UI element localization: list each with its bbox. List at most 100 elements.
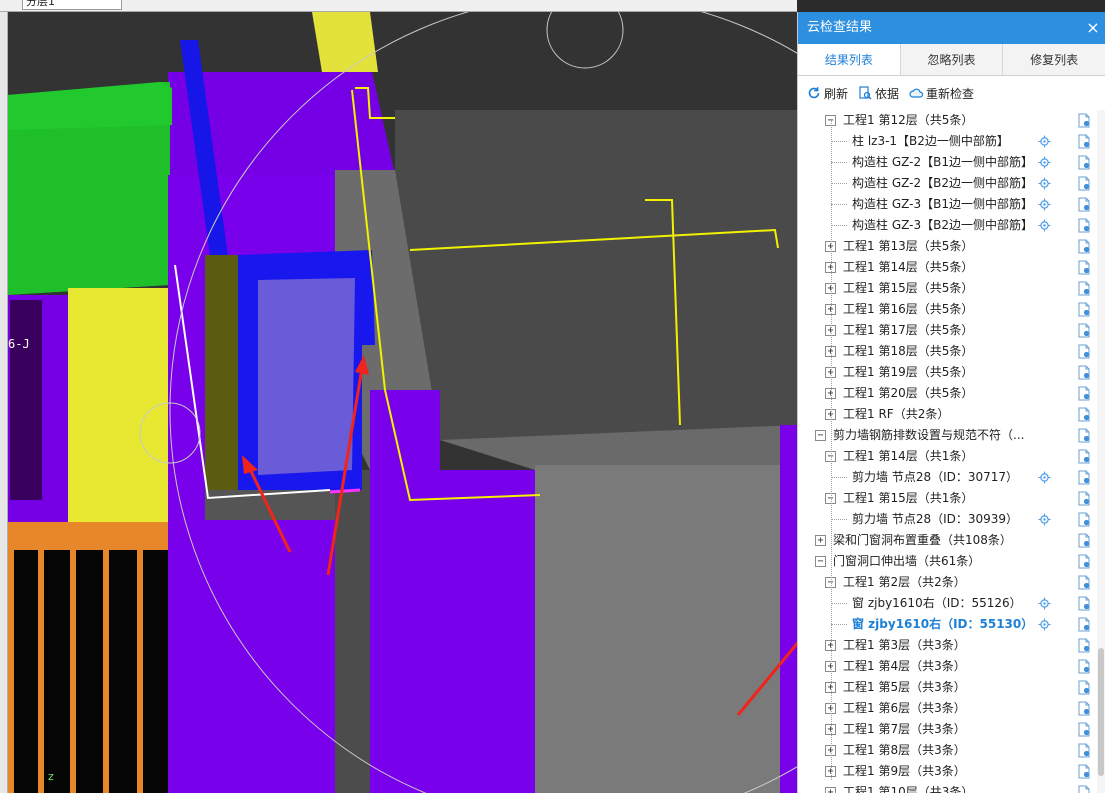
- expand-icon[interactable]: +: [815, 535, 826, 546]
- document-icon[interactable]: [1077, 407, 1091, 422]
- tree-row-label: 工程1 第15层（共5条）: [843, 281, 974, 295]
- document-icon[interactable]: [1077, 428, 1091, 443]
- document-icon[interactable]: [1077, 680, 1091, 695]
- magenta-edge: [329, 488, 361, 494]
- collapse-icon[interactable]: −: [815, 556, 826, 567]
- document-icon[interactable]: [1077, 302, 1091, 317]
- document-icon[interactable]: [1077, 638, 1091, 653]
- document-icon[interactable]: [1077, 554, 1091, 569]
- tree-row[interactable]: 剪力墙 节点28（ID：30939）: [798, 509, 1105, 530]
- expand-icon[interactable]: +: [825, 787, 836, 793]
- document-icon[interactable]: [1077, 785, 1091, 793]
- model-viewport[interactable]: 6-J z: [8, 12, 797, 793]
- tree-row[interactable]: − 工程1 第12层（共5条）: [798, 110, 1105, 131]
- tree-row[interactable]: + 工程1 第13层（共5条）: [798, 236, 1105, 257]
- gray-wall-right: [535, 465, 780, 793]
- document-icon[interactable]: [1077, 365, 1091, 380]
- document-icon[interactable]: [1077, 260, 1091, 275]
- tree-row[interactable]: + 工程1 第15层（共5条）: [798, 278, 1105, 299]
- document-icon[interactable]: [1077, 722, 1091, 737]
- document-icon[interactable]: [1077, 281, 1091, 296]
- tree-row[interactable]: + 工程1 第17层（共5条）: [798, 320, 1105, 341]
- document-icon[interactable]: [1077, 617, 1091, 632]
- tree-row[interactable]: + 工程1 第16层（共5条）: [798, 299, 1105, 320]
- tree-row[interactable]: − 工程1 第14层（共1条）: [798, 446, 1105, 467]
- tree-row[interactable]: 窗 zjby1610右（ID：55126）: [798, 593, 1105, 614]
- tree-row[interactable]: + 工程1 第8层（共3条）: [798, 740, 1105, 761]
- document-icon[interactable]: [1077, 491, 1091, 506]
- tree-row[interactable]: + 工程1 第3层（共3条）: [798, 635, 1105, 656]
- tree-row-label: 工程1 第15层（共1条）: [843, 491, 974, 505]
- tree-row[interactable]: + 工程1 第10层（共3条）: [798, 782, 1105, 793]
- tree-row[interactable]: − 门窗洞口伸出墙（共61条）: [798, 551, 1105, 572]
- tree-row[interactable]: − 工程1 第2层（共2条）: [798, 572, 1105, 593]
- tree-row[interactable]: − 剪力墙钢筋排数设置与规范不符（...: [798, 425, 1105, 446]
- tree-row[interactable]: + 梁和门窗洞布置重叠（共108条）: [798, 530, 1105, 551]
- recheck-button[interactable]: 重新检查: [909, 85, 974, 102]
- tab-ignored[interactable]: 忽略列表: [900, 44, 1004, 75]
- document-icon[interactable]: [1077, 575, 1091, 590]
- tree-row[interactable]: 剪力墙 节点28（ID：30717）: [798, 467, 1105, 488]
- tab-fixed[interactable]: 修复列表: [1003, 44, 1105, 75]
- document-icon[interactable]: [1077, 764, 1091, 779]
- document-icon[interactable]: [1077, 113, 1091, 128]
- document-icon[interactable]: [1077, 386, 1091, 401]
- basis-label: 依据: [875, 86, 900, 101]
- document-icon[interactable]: [1077, 323, 1091, 338]
- tree-row[interactable]: 窗 zjby1610右（ID：55130）: [798, 614, 1105, 635]
- floor-select[interactable]: 分层1: [22, 0, 122, 10]
- basis-button[interactable]: 依据: [858, 85, 899, 102]
- close-icon[interactable]: ×: [1084, 12, 1102, 44]
- document-icon[interactable]: [1077, 470, 1091, 485]
- document-icon[interactable]: [1077, 197, 1091, 212]
- tree-row[interactable]: + 工程1 第5层（共3条）: [798, 677, 1105, 698]
- tree-row[interactable]: + 工程1 第20层（共5条）: [798, 383, 1105, 404]
- document-icon[interactable]: [1077, 239, 1091, 254]
- tree-row[interactable]: + 工程1 第7层（共3条）: [798, 719, 1105, 740]
- locate-icon[interactable]: [1038, 513, 1051, 526]
- tree-row[interactable]: 构造柱 GZ-2【B1边一侧中部筋】: [798, 152, 1105, 173]
- document-icon[interactable]: [1077, 701, 1091, 716]
- document-icon[interactable]: [1077, 533, 1091, 548]
- tree-row[interactable]: + 工程1 第9层（共3条）: [798, 761, 1105, 782]
- locate-icon[interactable]: [1038, 219, 1051, 232]
- document-icon[interactable]: [1077, 659, 1091, 674]
- locate-icon[interactable]: [1038, 471, 1051, 484]
- tree-row[interactable]: 构造柱 GZ-2【B2边一侧中部筋】: [798, 173, 1105, 194]
- document-icon[interactable]: [1077, 743, 1091, 758]
- tree-row[interactable]: + 工程1 第4层（共3条）: [798, 656, 1105, 677]
- tree-row[interactable]: 柱 lz3-1【B2边一侧中部筋】: [798, 131, 1105, 152]
- tree-row[interactable]: + 工程1 RF（共2条）: [798, 404, 1105, 425]
- tree-row-label: 工程1 第12层（共5条）: [843, 113, 974, 127]
- refresh-button[interactable]: 刷新: [807, 85, 848, 102]
- locate-icon[interactable]: [1038, 618, 1051, 631]
- tree-row-label: 工程1 第5层（共3条）: [843, 680, 966, 694]
- tree-row[interactable]: + 工程1 第18层（共5条）: [798, 341, 1105, 362]
- locate-icon[interactable]: [1038, 177, 1051, 190]
- document-icon[interactable]: [1077, 155, 1091, 170]
- scrollbar-thumb[interactable]: [1098, 648, 1104, 776]
- locate-icon[interactable]: [1038, 198, 1051, 211]
- tree-row[interactable]: + 工程1 第6层（共3条）: [798, 698, 1105, 719]
- document-icon[interactable]: [1077, 218, 1091, 233]
- collapse-icon[interactable]: −: [815, 430, 826, 441]
- refresh-icon: [808, 87, 820, 99]
- locate-icon[interactable]: [1038, 156, 1051, 169]
- document-icon[interactable]: [1077, 134, 1091, 149]
- document-icon[interactable]: [1077, 596, 1091, 611]
- locate-icon[interactable]: [1038, 597, 1051, 610]
- document-icon[interactable]: [1077, 176, 1091, 191]
- tab-results[interactable]: 结果列表: [798, 44, 901, 75]
- document-icon[interactable]: [1077, 449, 1091, 464]
- document-icon[interactable]: [1077, 512, 1091, 527]
- tree-row[interactable]: − 工程1 第15层（共1条）: [798, 488, 1105, 509]
- tree-row-label: 窗 zjby1610右（ID：55126）: [852, 596, 1022, 610]
- document-icon[interactable]: [1077, 344, 1091, 359]
- locate-icon[interactable]: [1038, 135, 1051, 148]
- tree-row[interactable]: + 工程1 第14层（共5条）: [798, 257, 1105, 278]
- tree-row[interactable]: 构造柱 GZ-3【B1边一侧中部筋】: [798, 194, 1105, 215]
- tree-scrollbar[interactable]: [1097, 110, 1105, 793]
- tree-row[interactable]: 构造柱 GZ-3【B2边一侧中部筋】: [798, 215, 1105, 236]
- tree-row[interactable]: + 工程1 第19层（共5条）: [798, 362, 1105, 383]
- tree-row-label: 工程1 第8层（共3条）: [843, 743, 966, 757]
